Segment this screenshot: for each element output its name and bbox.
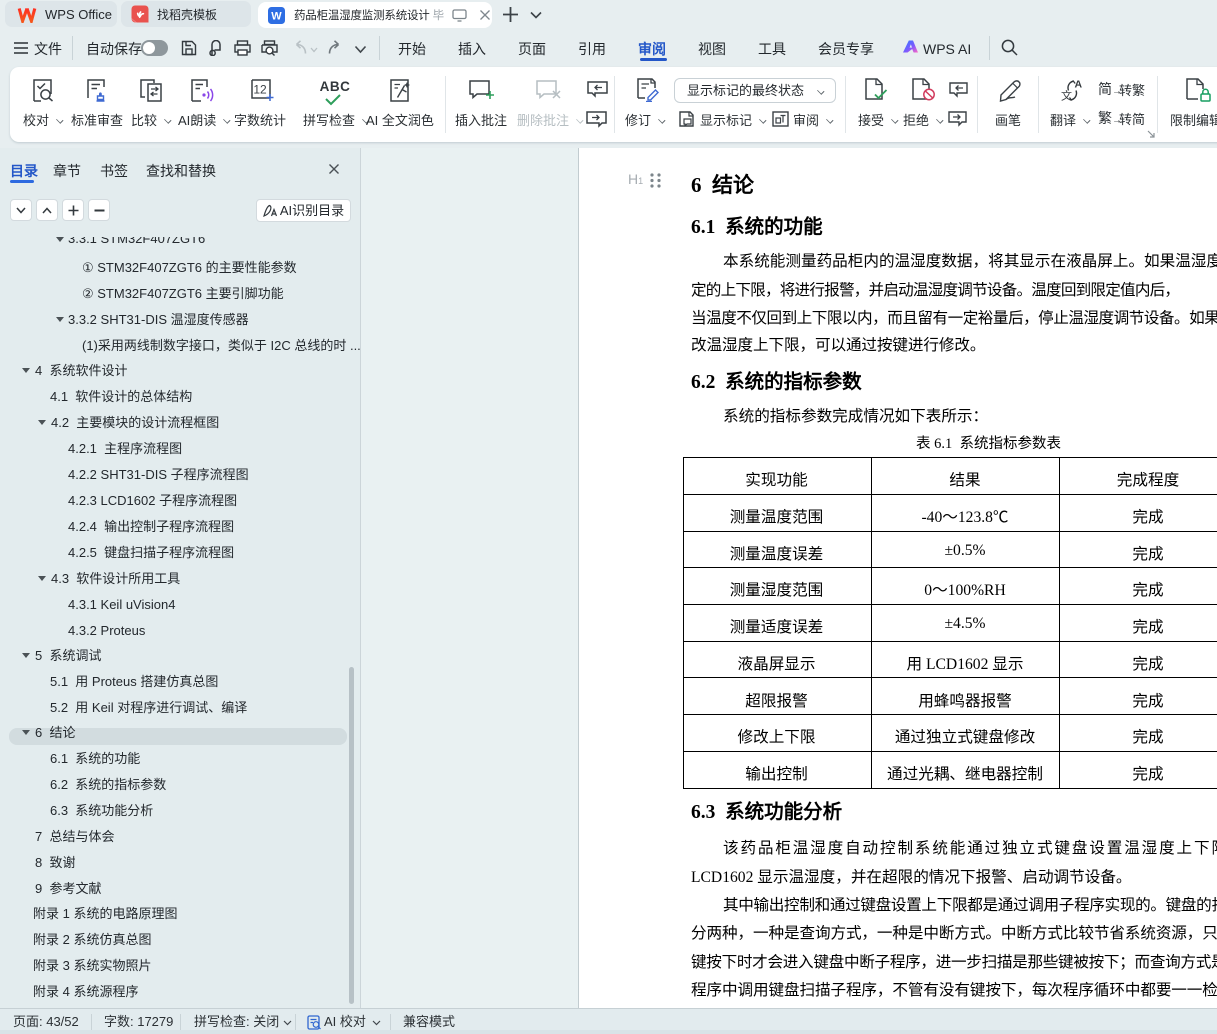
- svg-text:A: A: [1075, 79, 1083, 91]
- svg-text:12: 12: [253, 83, 267, 97]
- svg-text:文: 文: [1061, 89, 1072, 103]
- svg-text:W: W: [271, 10, 282, 22]
